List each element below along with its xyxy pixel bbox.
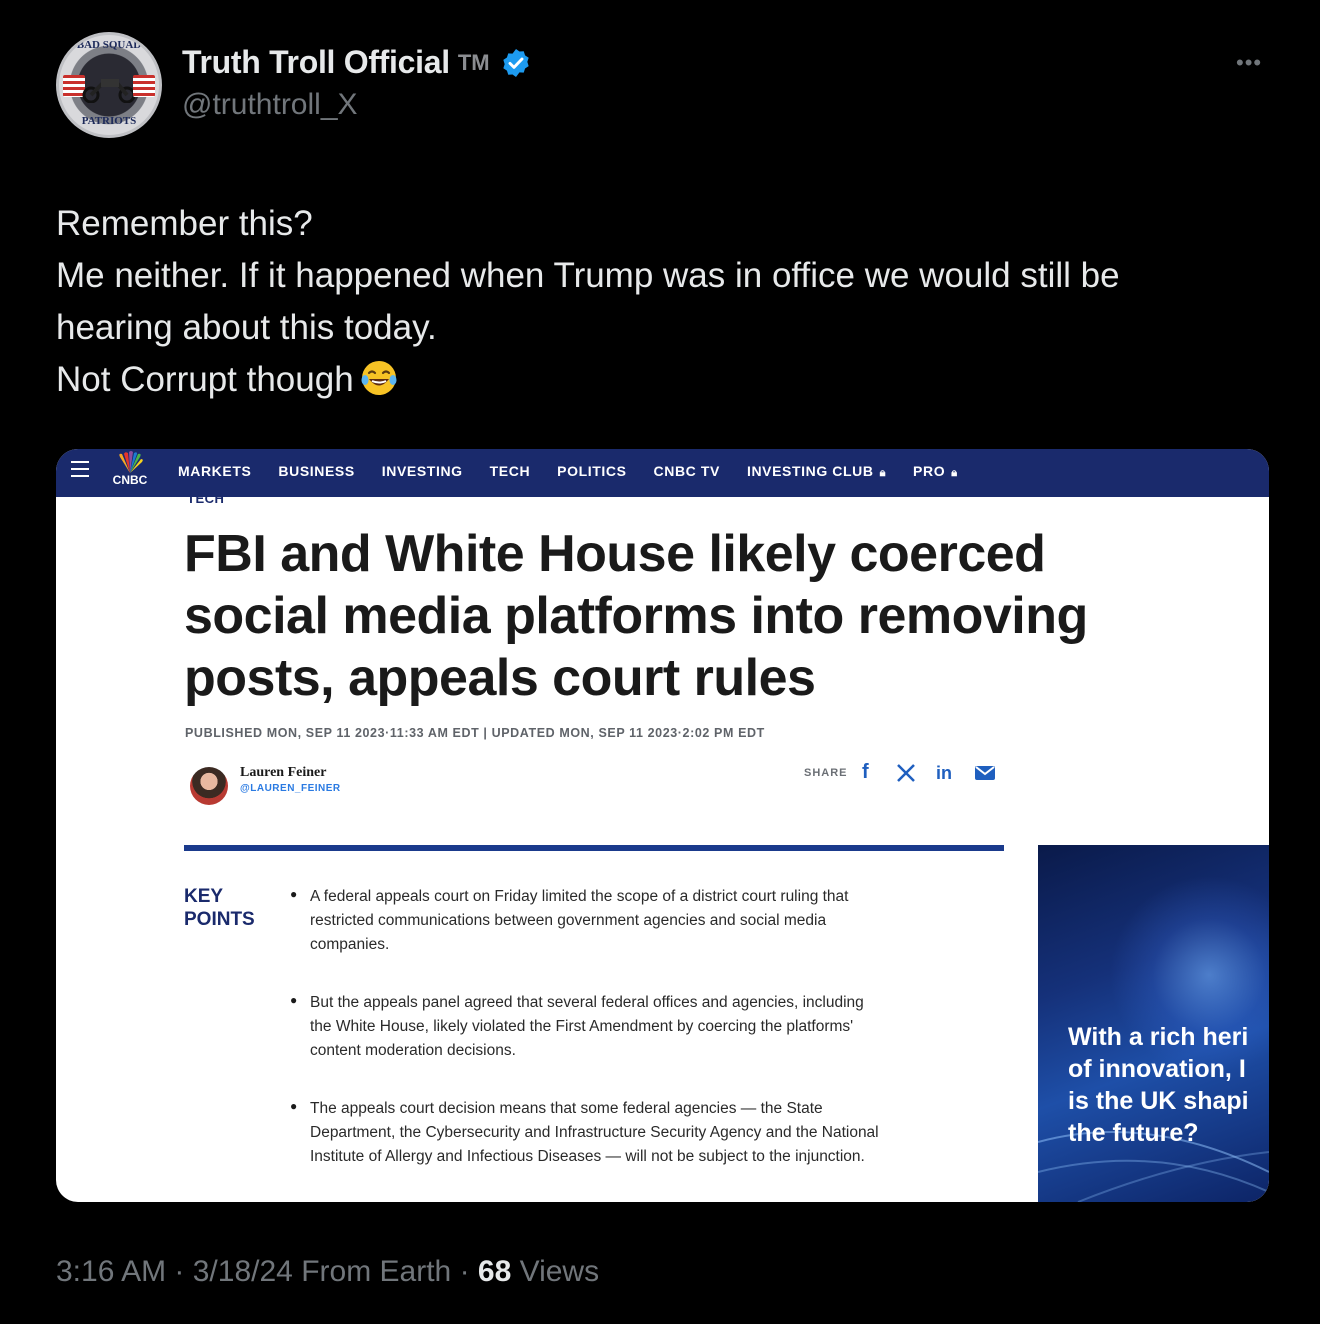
- separator: ·: [174, 1255, 193, 1288]
- key-point-line: Institute of Allergy and Infectious Dise…: [310, 1148, 865, 1165]
- bullet-icon: ●: [290, 1099, 298, 1113]
- key-point-line: the White House, likely violated the Fir…: [310, 1018, 854, 1035]
- ad-line: is the UK shapi: [1068, 1087, 1249, 1115]
- ad-line: of innovation, I: [1068, 1055, 1246, 1083]
- nav-item-pro[interactable]: PRO 🔒︎: [913, 463, 958, 480]
- tweet-text: Remember this? Me neither. If it happene…: [56, 198, 1276, 406]
- facebook-icon: f: [862, 761, 869, 783]
- tweet-time[interactable]: 3:16 AM: [56, 1255, 166, 1288]
- article-headline: FBI and White House likely coerced socia…: [184, 523, 1224, 709]
- display-name[interactable]: Truth Troll Official: [182, 44, 450, 81]
- key-point-line: The appeals court decision means that so…: [310, 1100, 823, 1117]
- nav-item-investing-club[interactable]: INVESTING CLUB 🔒︎: [747, 463, 886, 480]
- avatar-text-bottom: PATRIOTS: [81, 115, 137, 127]
- key-points-label-line: KEY: [184, 886, 224, 907]
- linkedin-icon: in: [936, 763, 952, 783]
- section-divider: [184, 845, 1004, 851]
- nav-item-politics[interactable]: POLITICS: [557, 463, 626, 480]
- tweet-media-image[interactable]: CNBC MARKETS BUSINESS INVESTING TECH POL…: [56, 449, 1269, 1202]
- ad-text: With a rich heri of innovation, I is the…: [1068, 1021, 1249, 1149]
- nav-item-label: INVESTING CLUB: [746, 463, 874, 479]
- key-points-label-line: POINTS: [184, 909, 255, 930]
- lock-icon: 🔒︎: [951, 467, 958, 479]
- email-icon: [975, 766, 995, 780]
- article-dateline: PUBLISHED MON, SEP 11 2023·11:33 AM EDT …: [185, 726, 765, 740]
- key-point-line: companies.: [310, 936, 390, 953]
- section-tag: TECH: [187, 491, 225, 506]
- tweet-line: Me neither. If it happened when Trump wa…: [56, 256, 1120, 295]
- x-icon: [897, 764, 915, 782]
- tweet-line: Remember this?: [56, 204, 313, 243]
- bullet-icon: ●: [290, 887, 298, 901]
- cnbc-logo-text: CNBC: [112, 473, 148, 487]
- nav-item-investing[interactable]: INVESTING: [382, 463, 463, 480]
- peacock-icon: [119, 451, 143, 473]
- key-point-line: Department, the Cybersecurity and Infras…: [310, 1124, 879, 1141]
- author-handle[interactable]: @truthtroll_X: [182, 88, 358, 122]
- tweet-line: hearing about this today.: [56, 308, 437, 347]
- cnbc-logo: CNBC: [106, 451, 154, 491]
- avatar-text-top: BAD SQUAD: [76, 39, 142, 51]
- key-point-line: restricted communications between govern…: [310, 912, 827, 929]
- bullet-icon: ●: [290, 993, 298, 1007]
- nav-item-tech[interactable]: TECH: [490, 463, 531, 480]
- headline-line: FBI and White House likely coerced: [184, 525, 1046, 583]
- verified-badge-icon: [502, 48, 529, 77]
- laughing-emoji-icon: [361, 361, 397, 395]
- lock-icon: 🔒︎: [879, 467, 887, 479]
- key-points-label: KEY POINTS: [184, 885, 255, 931]
- headline-line: social media platforms into removing: [184, 587, 1088, 645]
- key-point-line: But the appeals panel agreed that severa…: [310, 994, 864, 1011]
- author-name-row: Truth Troll Official TM: [182, 44, 532, 81]
- tweet-source: From Earth: [301, 1255, 452, 1288]
- ad-line: the future?: [1068, 1119, 1199, 1147]
- share-label: SHARE: [804, 767, 848, 779]
- key-point: The appeals court decision means that so…: [310, 1097, 1010, 1169]
- more-options-icon[interactable]: •••: [1236, 52, 1262, 74]
- advertisement-panel: With a rich heri of innovation, I is the…: [1038, 845, 1269, 1202]
- avatar[interactable]: BAD SQUAD PATRIOTS: [56, 32, 162, 138]
- nav-item-cnbc-tv[interactable]: CNBC TV: [654, 463, 720, 480]
- key-point: A federal appeals court on Friday limite…: [310, 885, 990, 957]
- cnbc-nav-bar: CNBC MARKETS BUSINESS INVESTING TECH POL…: [56, 449, 1269, 497]
- separator: ·: [459, 1255, 478, 1288]
- tweet-date[interactable]: 3/18/24: [193, 1255, 293, 1288]
- views-count[interactable]: 68: [478, 1255, 511, 1288]
- tweet-metadata: 3:16 AM · 3/18/24 From Earth · 68 Views: [56, 1255, 599, 1289]
- trademark-label: TM: [457, 49, 490, 75]
- key-point: But the appeals panel agreed that severa…: [310, 991, 990, 1063]
- menu-icon: [71, 461, 89, 477]
- views-label: Views: [519, 1255, 600, 1288]
- tweet-line: Not Corrupt though: [56, 360, 354, 399]
- flag-icon: [133, 75, 155, 97]
- article-author-name: Lauren Feiner: [240, 765, 327, 780]
- cnbc-nav-items: MARKETS BUSINESS INVESTING TECH POLITICS…: [178, 463, 985, 480]
- headline-line: posts, appeals court rules: [184, 649, 816, 707]
- author-photo: [190, 767, 228, 805]
- key-point-line: A federal appeals court on Friday limite…: [310, 888, 849, 905]
- nav-item-markets[interactable]: MARKETS: [178, 463, 251, 480]
- ad-line: With a rich heri: [1068, 1023, 1249, 1051]
- key-point-line: content moderation decisions.: [310, 1042, 516, 1059]
- motorcycle-icon: [82, 79, 136, 103]
- nav-item-business[interactable]: BUSINESS: [278, 463, 354, 480]
- nav-item-label: PRO: [913, 463, 946, 479]
- article-author-handle: @LAUREN_FEINER: [240, 783, 341, 794]
- tweet-line-last: Not Corrupt though: [56, 354, 1276, 406]
